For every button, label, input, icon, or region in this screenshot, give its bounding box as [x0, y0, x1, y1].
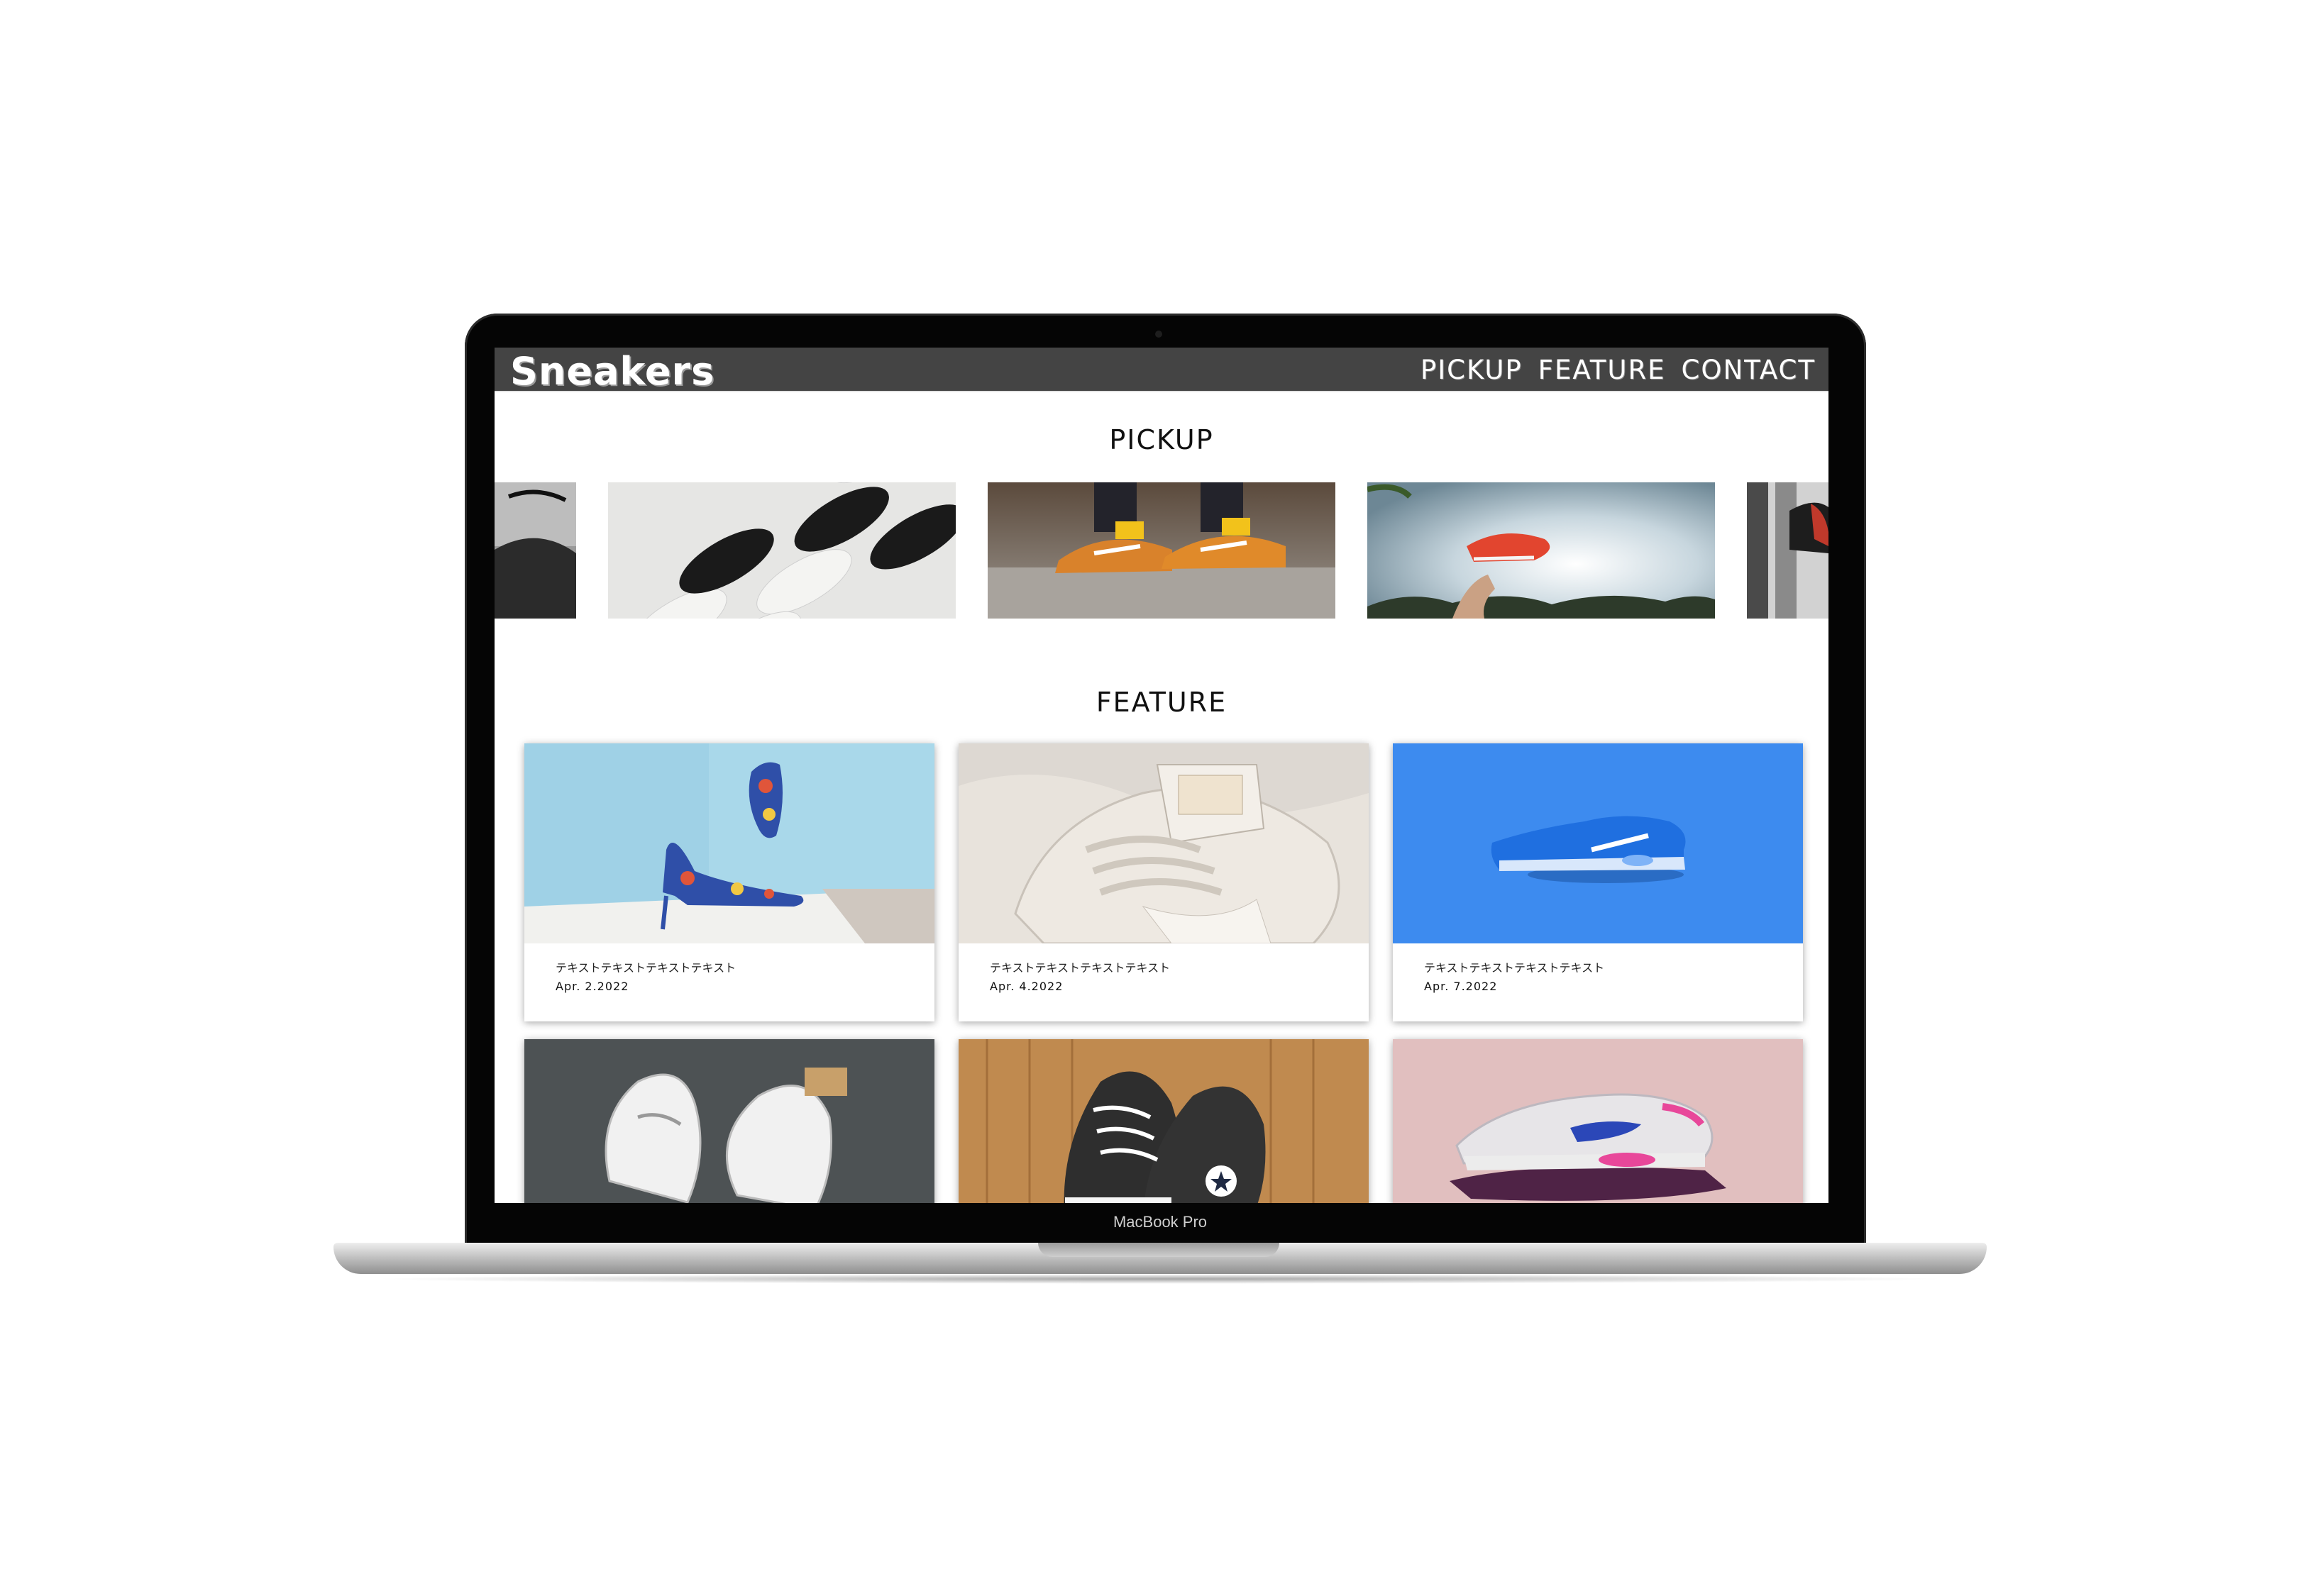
nav-link-pickup[interactable]: PICKUP [1420, 355, 1523, 385]
camera-icon [1155, 331, 1162, 338]
sneaker-photo-partial-left-icon [495, 482, 576, 619]
floral-heels-photo-icon [524, 743, 934, 943]
laptop-notch [1038, 1243, 1279, 1257]
browser-viewport: Sneakers PICKUP FEATURE CONTACT PICKUP F… [495, 348, 1828, 1203]
site-logo[interactable]: Sneakers [510, 349, 715, 394]
white-hightops-photo-icon [524, 1039, 934, 1203]
nav-link-feature[interactable]: FEATURE [1538, 355, 1666, 385]
card-image [959, 1039, 1369, 1203]
nav-link-contact[interactable]: CONTACT [1682, 355, 1816, 385]
card-title: テキストテキストテキストテキスト [1424, 961, 1605, 975]
sneakers-flatlay-photo-icon [608, 482, 956, 619]
pink-sneaker-photo-icon [1393, 1039, 1803, 1203]
card-image [1393, 1039, 1803, 1203]
sneaker-photo-partial-right-icon [1747, 482, 1828, 619]
card-image [1393, 743, 1803, 943]
feature-card-6[interactable] [1393, 1039, 1803, 1203]
card-title: テキストテキストテキストテキスト [990, 961, 1171, 975]
sneaker-in-sky-photo-icon [1367, 482, 1715, 619]
card-image [524, 1039, 934, 1203]
feature-card-3[interactable]: テキストテキストテキストテキスト Apr. 7.2022 [1393, 743, 1803, 1021]
pickup-image-2[interactable] [608, 482, 956, 619]
feature-card-5[interactable] [959, 1039, 1369, 1203]
site-header: Sneakers PICKUP FEATURE CONTACT [495, 348, 1828, 394]
laptop-shadow [369, 1274, 1951, 1284]
pickup-image-4[interactable] [1367, 482, 1715, 619]
feature-heading: FEATURE [1096, 687, 1228, 718]
feature-card-1[interactable]: テキストテキストテキストテキスト Apr. 2.2022 [524, 743, 934, 1021]
main-nav: PICKUP FEATURE CONTACT [1420, 355, 1816, 385]
card-date: Apr. 2.2022 [556, 980, 629, 993]
pickup-image-3[interactable] [988, 482, 1335, 619]
pickup-image-5[interactable] [1747, 482, 1828, 619]
white-sneaker-closeup-photo-icon [959, 743, 1369, 943]
blue-sneaker-photo-icon [1393, 743, 1803, 943]
card-image [959, 743, 1369, 943]
card-date: Apr. 4.2022 [990, 980, 1064, 993]
card-image [524, 743, 934, 943]
card-date: Apr. 7.2022 [1424, 980, 1498, 993]
pickup-heading: PICKUP [1109, 424, 1214, 455]
device-model-label: MacBook Pro [1113, 1213, 1208, 1231]
orange-sneakers-on-curb-photo-icon [988, 482, 1335, 619]
feature-card-4[interactable] [524, 1039, 934, 1203]
feature-card-2[interactable]: テキストテキストテキストテキスト Apr. 4.2022 [959, 743, 1369, 1021]
converse-photo-icon [959, 1039, 1369, 1203]
card-title: テキストテキストテキストテキスト [556, 961, 737, 975]
pickup-image-1[interactable] [495, 482, 576, 619]
